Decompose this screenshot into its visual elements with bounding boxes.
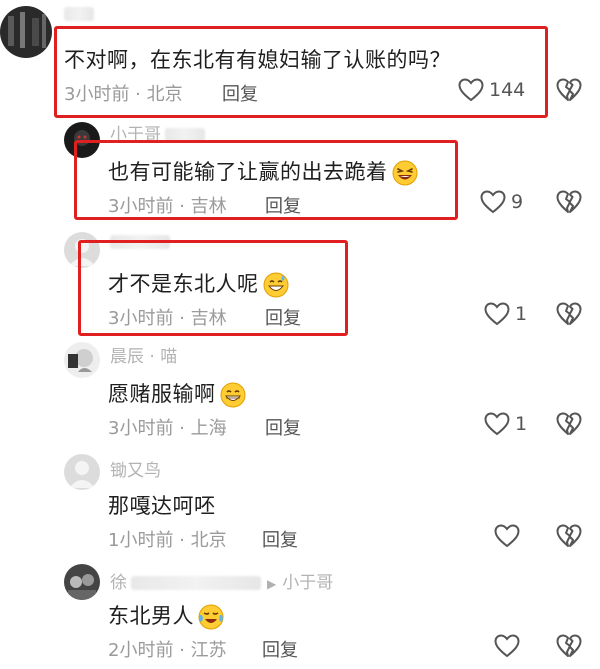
comment-6: 徐 ▶ 小于哥 东北男人 2小时前 · 江苏 回复	[0, 562, 600, 669]
heart-outline-icon	[480, 190, 506, 214]
username[interactable]	[110, 232, 170, 252]
comment-meta: 3小时前 · 吉林	[108, 308, 227, 329]
like-button[interactable]: 144	[458, 78, 525, 102]
like-button[interactable]: 1	[484, 302, 527, 326]
dislike-button[interactable]	[556, 634, 582, 662]
comment-meta: 3小时前 · 上海	[108, 418, 227, 439]
comment-text: 才不是东北人呢	[108, 268, 289, 298]
avatar[interactable]	[64, 454, 100, 490]
dislike-button[interactable]	[556, 524, 582, 552]
avatar[interactable]	[0, 6, 52, 58]
like-count: 9	[511, 191, 524, 213]
avatar[interactable]	[64, 342, 100, 378]
dislike-button[interactable]	[556, 412, 582, 440]
dislike-button[interactable]	[556, 302, 582, 330]
like-button[interactable]: 1	[484, 412, 527, 436]
comment-meta: 1小时前 · 北京	[108, 530, 227, 551]
comment-4: 晨辰 · 喵 愿赌服输啊 3小时前 · 上海 回复 1	[0, 340, 600, 450]
grin-emoji-icon	[220, 382, 245, 408]
broken-heart-icon	[556, 524, 582, 547]
like-button[interactable]	[494, 634, 520, 658]
username[interactable]: 徐 ▶ 小于哥	[110, 568, 333, 593]
comment-meta: 2小时前 · 江苏	[108, 640, 227, 661]
reply-arrow-icon: ▶	[267, 577, 277, 591]
heart-outline-icon	[484, 412, 510, 436]
comment-1: 不对啊，在东北有有媳妇输了认账的吗？ 3小时前 · 北京 回复 144	[0, 0, 600, 120]
reply-button[interactable]: 回复	[262, 636, 298, 662]
broken-heart-icon	[556, 190, 582, 213]
reply-button[interactable]: 回复	[265, 192, 301, 218]
dislike-button[interactable]	[556, 78, 582, 106]
cry-laugh-emoji-icon	[198, 604, 224, 630]
heart-outline-icon	[494, 524, 520, 548]
like-count: 1	[515, 303, 528, 325]
username[interactable]	[64, 4, 94, 24]
username[interactable]: 晨辰 · 喵	[110, 342, 177, 367]
laugh-emoji-icon	[392, 160, 417, 186]
reply-button[interactable]: 回复	[265, 304, 301, 330]
comment-text: 东北男人	[108, 600, 224, 630]
heart-outline-icon	[458, 78, 484, 102]
reply-button[interactable]: 回复	[265, 414, 301, 440]
comment-meta: 3小时前 · 北京	[64, 84, 183, 105]
username[interactable]: 小于哥	[110, 120, 205, 145]
like-count: 1	[515, 413, 528, 435]
heart-outline-icon	[494, 634, 520, 658]
username[interactable]: 锄又鸟	[110, 456, 161, 481]
broken-heart-icon	[556, 302, 582, 325]
comment-text: 也有可能输了让赢的出去跪着	[108, 156, 418, 186]
grin-sweat-emoji-icon	[263, 272, 288, 298]
like-button[interactable]	[494, 524, 520, 548]
comment-3: 才不是东北人呢 3小时前 · 吉林 回复 1	[0, 230, 600, 340]
comment-text: 不对啊，在东北有有媳妇输了认账的吗？	[64, 48, 451, 72]
reply-button[interactable]: 回复	[262, 526, 298, 552]
avatar[interactable]	[64, 564, 100, 600]
broken-heart-icon	[556, 78, 582, 101]
comment-5: 锄又鸟 那嘎达呵呸 1小时前 · 北京 回复	[0, 452, 600, 562]
comment-meta: 3小时前 · 吉林	[108, 196, 227, 217]
broken-heart-icon	[556, 634, 582, 657]
dislike-button[interactable]	[556, 190, 582, 218]
reply-button[interactable]: 回复	[222, 80, 258, 106]
avatar[interactable]	[64, 122, 100, 158]
comment-text: 愿赌服输啊	[108, 378, 246, 408]
heart-outline-icon	[484, 302, 510, 326]
like-button[interactable]: 9	[480, 190, 523, 214]
comment-text: 那嘎达呵呸	[108, 494, 216, 518]
broken-heart-icon	[556, 412, 582, 435]
comment-2: 小于哥 也有可能输了让赢的出去跪着 3小时前 · 吉林 回复 9	[0, 120, 600, 230]
avatar[interactable]	[64, 232, 100, 268]
like-count: 144	[489, 79, 526, 101]
reply-to-username[interactable]: 小于哥	[282, 573, 333, 593]
